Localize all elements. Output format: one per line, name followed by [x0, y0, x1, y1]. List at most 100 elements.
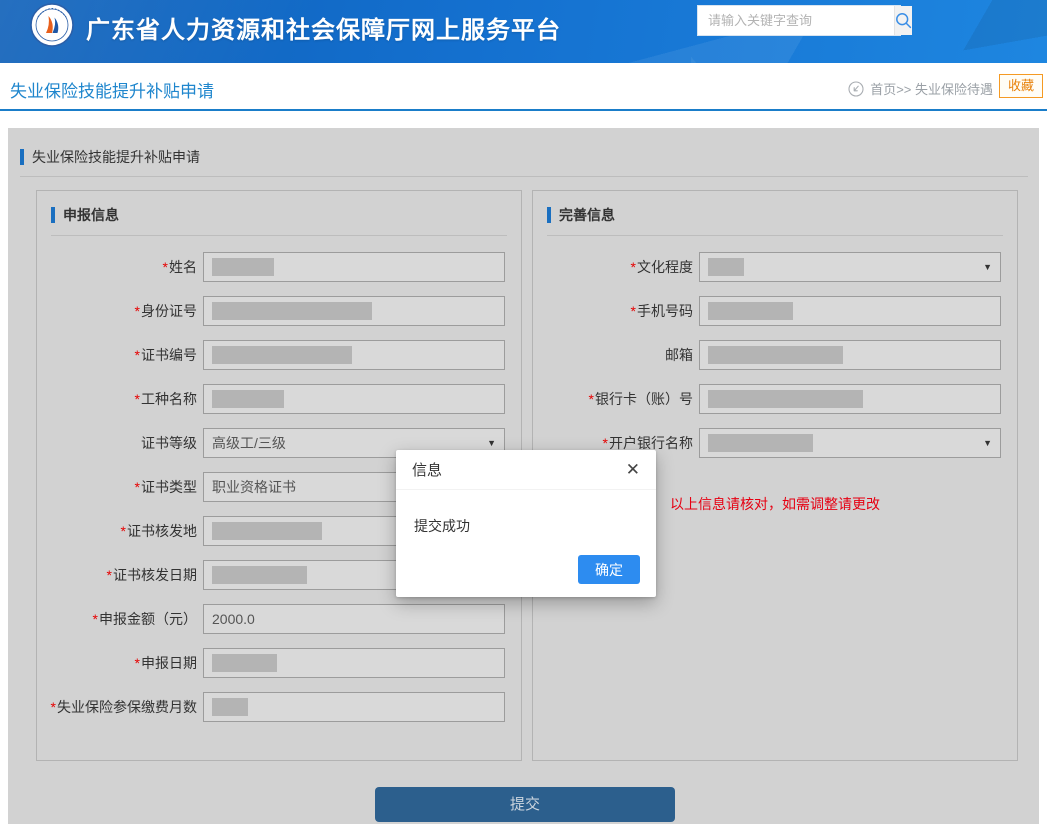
redacted-value [212, 698, 248, 716]
redacted-value [708, 258, 744, 276]
field-label: *开户银行名称 [533, 435, 699, 451]
page-title: 失业保险技能提升补贴申请 [10, 77, 214, 102]
chevron-down-icon: ▼ [487, 438, 496, 448]
form-field-row: 邮箱 [533, 340, 1017, 370]
field-label-text: 申报日期 [141, 655, 197, 671]
field-label-text: 申报金额（元） [99, 611, 197, 627]
field-label-text: 工种名称 [141, 391, 197, 407]
redacted-value [212, 346, 352, 364]
field-input[interactable] [699, 340, 1001, 370]
panel-accent-bar [547, 207, 551, 223]
redacted-value [212, 302, 372, 320]
field-select[interactable]: ▼ [699, 252, 1001, 282]
field-label: *申报日期 [37, 655, 203, 671]
field-label: *文化程度 [533, 259, 699, 275]
required-asterisk: * [135, 655, 140, 671]
field-label: *申报金额（元） [37, 611, 203, 627]
field-label: *姓名 [37, 259, 203, 275]
form-section-header: 失业保险技能提升补贴申请 [20, 147, 200, 167]
platform-title: 广东省人力资源和社会保障厅网上服务平台 [86, 10, 561, 45]
field-input[interactable] [203, 296, 505, 326]
required-asterisk: * [107, 567, 112, 583]
header-search [697, 5, 901, 36]
required-asterisk: * [135, 303, 140, 319]
field-input[interactable] [699, 296, 1001, 326]
required-asterisk: * [135, 347, 140, 363]
required-asterisk: * [121, 523, 126, 539]
redacted-value [212, 522, 322, 540]
redacted-value [212, 654, 277, 672]
field-value: 职业资格证书 [212, 477, 296, 497]
confirm-button[interactable]: 确定 [578, 555, 640, 584]
field-label: *失业保险参保缴费月数 [37, 699, 203, 715]
field-label: *工种名称 [37, 391, 203, 407]
field-value: 2000.0 [212, 611, 255, 627]
field-input[interactable] [203, 692, 505, 722]
field-label-text: 证书核发地 [127, 523, 197, 539]
dialog-title: 信息 [412, 459, 442, 480]
required-asterisk: * [135, 479, 140, 495]
submit-button[interactable]: 提交 [375, 787, 675, 822]
field-label-text: 证书核发日期 [113, 567, 197, 583]
field-value: 高级工/三级 [212, 433, 286, 453]
redacted-value [212, 566, 307, 584]
field-label: *证书编号 [37, 347, 203, 363]
field-label-text: 姓名 [169, 259, 197, 275]
dialog-message: 提交成功 [396, 490, 656, 536]
field-input[interactable] [203, 340, 505, 370]
return-home-icon [848, 81, 864, 97]
required-asterisk: * [93, 611, 98, 627]
app-header: 广东省人力资源和社会保障厅网上服务平台 [0, 0, 1047, 63]
complete-fields: *文化程度▼*手机号码邮箱*银行卡（账）号*开户银行名称▼ [533, 236, 1017, 458]
gov-emblem-icon [30, 3, 74, 47]
field-label: *手机号码 [533, 303, 699, 319]
field-label: 证书等级 [37, 435, 203, 451]
field-label-text: 身份证号 [141, 303, 197, 319]
redacted-value [212, 258, 274, 276]
required-asterisk: * [135, 391, 140, 407]
form-field-row: *姓名 [37, 252, 521, 282]
panel-header: 完善信息 [533, 191, 1017, 225]
required-asterisk: * [603, 435, 608, 451]
field-label-text: 开户银行名称 [609, 435, 693, 451]
field-label-text: 证书类型 [141, 479, 197, 495]
form-field-row: *文化程度▼ [533, 252, 1017, 282]
field-label: *银行卡（账）号 [533, 391, 699, 407]
required-asterisk: * [631, 303, 636, 319]
field-input[interactable] [203, 384, 505, 414]
field-label-text: 手机号码 [637, 303, 693, 319]
field-label-text: 失业保险参保缴费月数 [57, 699, 197, 715]
redacted-value [708, 302, 793, 320]
section-divider [20, 176, 1028, 177]
form-field-row: *申报金额（元） 2000.0 [37, 604, 521, 634]
field-input[interactable]: 2000.0 [203, 604, 505, 634]
search-icon [895, 12, 912, 29]
field-label-text: 银行卡（账）号 [595, 391, 693, 407]
dialog-header: 信息 ✕ [396, 450, 656, 490]
close-icon[interactable]: ✕ [626, 461, 640, 478]
message-dialog: 信息 ✕ 提交成功 确定 [396, 450, 656, 597]
field-label-text: 邮箱 [665, 347, 693, 363]
field-label: *证书核发地 [37, 523, 203, 539]
field-select[interactable]: ▼ [699, 428, 1001, 458]
panel-accent-bar [51, 207, 55, 223]
field-label: *证书核发日期 [37, 567, 203, 583]
chevron-down-icon: ▼ [983, 438, 992, 448]
page-bar: 失业保险技能提升补贴申请 首页>> 失业保险待遇 收藏 [0, 63, 1047, 111]
favorite-button[interactable]: 收藏 [999, 74, 1043, 98]
field-input[interactable] [699, 384, 1001, 414]
section-accent-bar [20, 149, 24, 165]
search-button[interactable] [894, 6, 912, 35]
field-input[interactable] [203, 648, 505, 678]
panel-header: 申报信息 [37, 191, 521, 225]
field-label: *身份证号 [37, 303, 203, 319]
field-label: 邮箱 [533, 347, 699, 363]
search-input[interactable] [698, 6, 894, 35]
required-asterisk: * [163, 259, 168, 275]
form-field-row: *失业保险参保缴费月数 [37, 692, 521, 722]
panel-title: 申报信息 [63, 205, 119, 225]
breadcrumb[interactable]: 首页>> 失业保险待遇 [848, 79, 993, 98]
section-title: 失业保险技能提升补贴申请 [32, 147, 200, 167]
field-input[interactable] [203, 252, 505, 282]
form-field-row: *申报日期 [37, 648, 521, 678]
